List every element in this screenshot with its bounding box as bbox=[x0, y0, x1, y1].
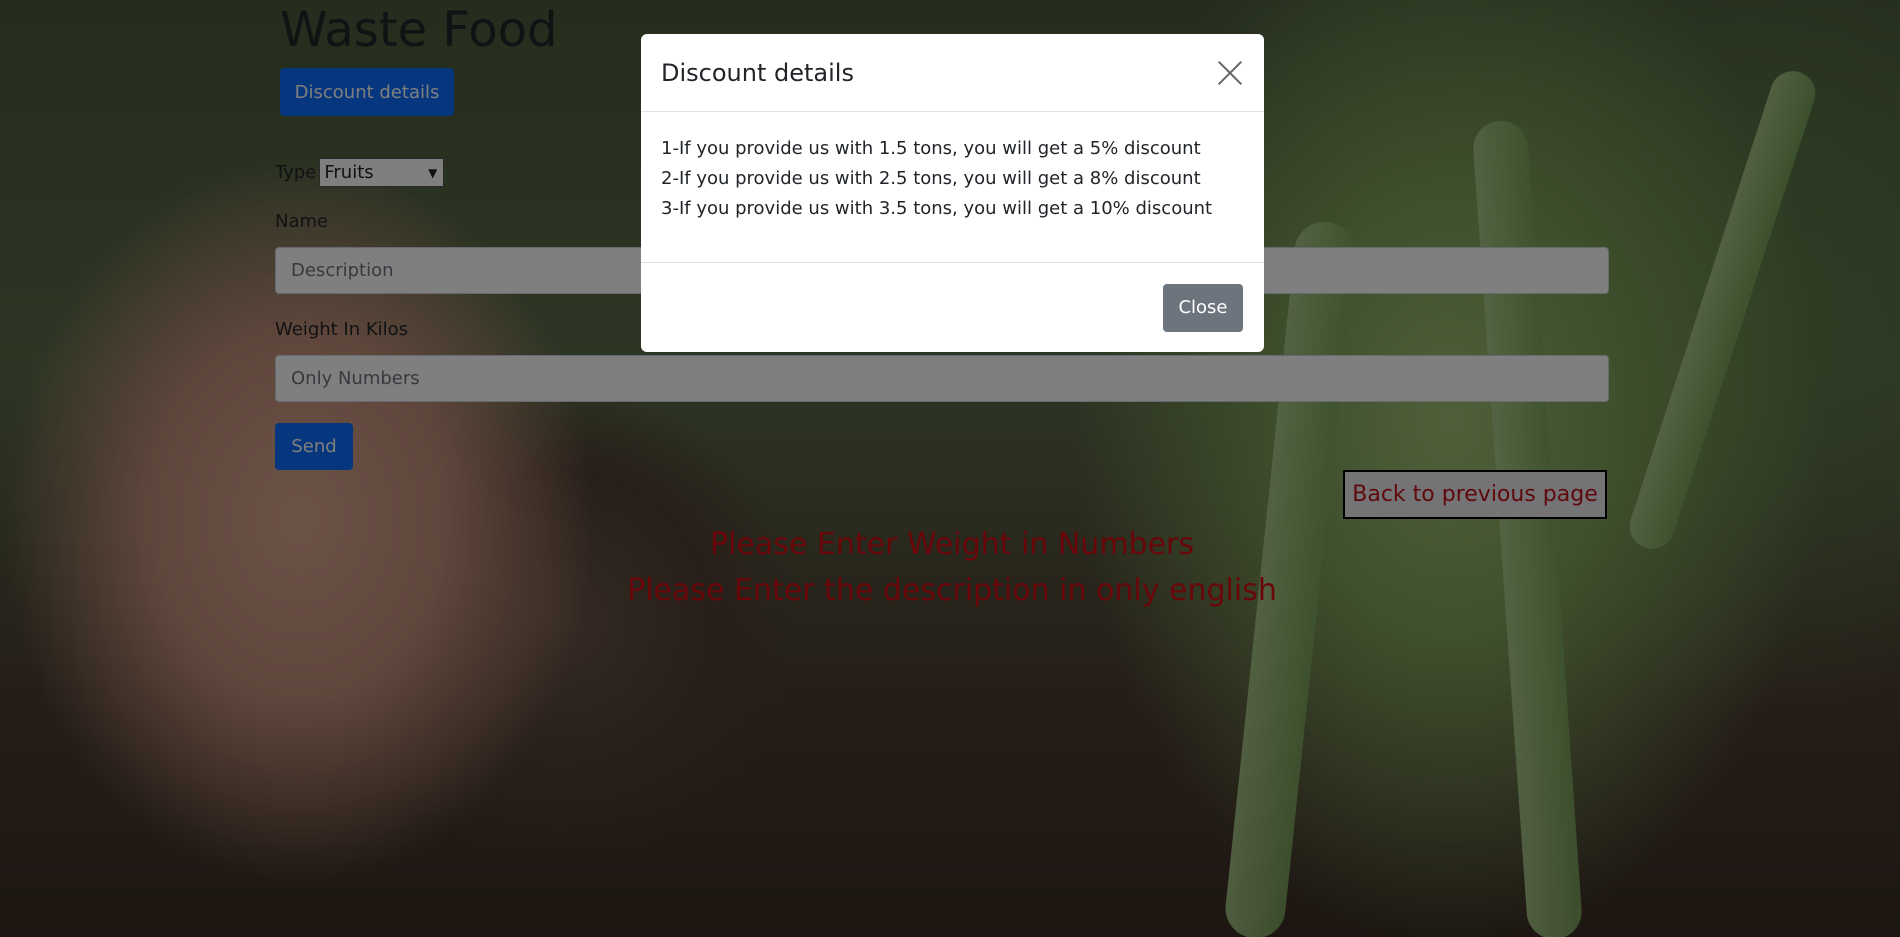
discount-details-modal: Discount details 1-If you provide us wit… bbox=[641, 34, 1264, 352]
modal-title: Discount details bbox=[661, 58, 854, 87]
page: Waste Food Discount details Type Fruits … bbox=[0, 0, 1900, 937]
modal-footer: Close bbox=[641, 263, 1264, 352]
discount-line-2: 2-If you provide us with 2.5 tons, you w… bbox=[661, 168, 1201, 189]
close-button[interactable]: Close bbox=[1163, 283, 1243, 332]
discount-line-1: 1-If you provide us with 1.5 tons, you w… bbox=[661, 138, 1201, 159]
modal-body: 1-If you provide us with 1.5 tons, you w… bbox=[641, 112, 1264, 263]
close-icon[interactable] bbox=[1216, 59, 1244, 87]
discount-line-3: 3-If you provide us with 3.5 tons, you w… bbox=[661, 198, 1213, 219]
modal-header: Discount details bbox=[641, 34, 1264, 112]
